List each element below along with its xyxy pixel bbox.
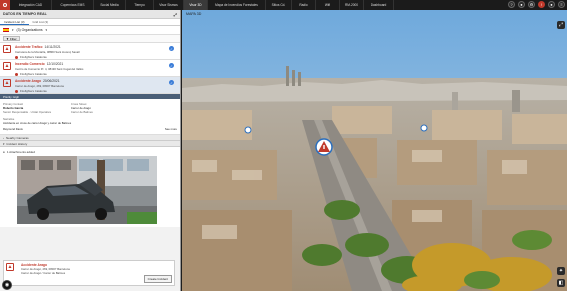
realtime-data-panel: DATOS EN TIEMPO REAL ⤢ Incident List (3)… — [0, 10, 181, 291]
filter-icon: ▼ — [6, 36, 9, 41]
nav-tabs: Integración CAD Copernicus EMS Social Me… — [10, 0, 394, 10]
chevron-down-icon: ▾ — [12, 28, 14, 32]
app-logo[interactable] — [0, 0, 10, 10]
warning-icon: ▲ — [3, 45, 11, 53]
card-sub: Carrer de Aragó / Carrer de Balmes — [21, 271, 66, 275]
section-label: Nearby Cameras — [6, 135, 29, 140]
warning-icon: ▲ — [3, 62, 11, 70]
chevron-down-icon: ▾ — [3, 141, 5, 146]
incident-card[interactable]: ▲ Accidente Arago Carrer de Aragó, 269, … — [3, 260, 175, 286]
chevron-down-icon: ▾ — [45, 28, 48, 32]
incident-address: Carrer de Aragó, 269, 08007 Barcelona — [15, 84, 64, 88]
spain-flag-icon — [3, 28, 9, 32]
tab-sitios[interactable]: Sitios Cd. — [266, 0, 292, 10]
primary-contact-sub: Senior Responsable · Unitat Operativa — [3, 110, 51, 114]
tab-visor-3d[interactable]: Visor 3D — [184, 0, 208, 10]
city-3d-scene — [182, 10, 567, 291]
verified-icon: ✓ — [169, 63, 174, 68]
user-avatar-icon[interactable]: ● — [548, 1, 555, 8]
filter-label: Filter — [9, 36, 17, 41]
panel-header: DATOS EN TIEMPO REAL ⤢ — [0, 10, 180, 19]
feed-item-text: 1 Attachments added — [6, 150, 35, 154]
see-more-link[interactable]: See more — [165, 127, 177, 131]
tab-mapa-incendios[interactable]: Mapa de Incendios Forestales — [208, 0, 266, 10]
section-label: Incident History — [6, 141, 28, 146]
top-navigation: Integración CAD Copernicus EMS Social Me… — [0, 0, 567, 10]
incident-org: Firefighters Catalonia — [20, 89, 47, 93]
incident-item[interactable]: ▲ Incendio Comercio 12/10/2021 Centro de … — [0, 60, 180, 77]
chat-icon[interactable]: ◉ — [2, 280, 12, 290]
warning-icon: ▲ — [3, 79, 11, 87]
incident-title: Accidente Arago — [15, 79, 42, 83]
create-incident-button[interactable]: Create Incident — [143, 275, 172, 283]
tab-social-media[interactable]: Social Media — [94, 0, 126, 10]
incident-detail: Primary Contact Roberto Garcia Senior Re… — [0, 99, 180, 135]
verified-icon: ✓ — [169, 46, 174, 51]
accident-photo-image — [17, 156, 157, 224]
cross-street-sub: Carrer de Balmes — [70, 110, 93, 114]
incident-org: Firefighters Catalonia — [20, 55, 47, 59]
tab-incident-list[interactable]: Incident List (3) — [0, 19, 29, 25]
verified-icon: ✓ — [169, 80, 174, 85]
org-icon — [15, 89, 18, 93]
incident-address: Carretera de la Montaña, 08860 Sant Llor… — [15, 50, 80, 54]
organizations-label: (3) Organizations — [16, 28, 43, 32]
compass-icon[interactable]: ✦ — [557, 267, 565, 275]
incident-item-selected[interactable]: ▲ Accidente Arago 20/06/2021 Carrer de Ar… — [0, 77, 180, 94]
filter-bar: ▼ Filter — [0, 35, 180, 43]
expand-icon[interactable]: ⤢ — [174, 12, 177, 17]
reporter-name: Raymond Davis — [3, 127, 23, 131]
tab-rm-2000[interactable]: RM-2000 — [340, 0, 364, 10]
nav-actions: ? ● ⚙ ! ● ≡ — [508, 1, 565, 8]
settings-icon[interactable]: ⚙ — [528, 1, 535, 8]
incident-address: Centro de Comercio Pr. 4, 08190 Sant Cug… — [15, 67, 84, 71]
warning-icon: ▲ — [6, 263, 14, 271]
menu-icon[interactable]: ≡ — [558, 1, 565, 8]
fullscreen-icon[interactable]: ⤢ — [557, 21, 565, 29]
logo-icon — [3, 3, 7, 7]
notifications-icon[interactable]: ● — [518, 1, 525, 8]
tab-dashboard[interactable]: Dashboard — [364, 0, 394, 10]
tab-integracion-cad[interactable]: Integración CAD — [10, 0, 52, 10]
incident-title: Accidente Trafico — [15, 45, 43, 49]
app-root: Integración CAD Copernicus EMS Social Me… — [0, 0, 567, 291]
incident-title: Incendio Comercio — [15, 62, 45, 66]
org-icon — [15, 55, 18, 59]
incident-marker-icon[interactable] — [315, 138, 333, 156]
tab-radio[interactable]: Radio — [292, 0, 316, 10]
tab-tiempo[interactable]: Tiempo — [126, 0, 154, 10]
narrative-text: Accidente en cruce de carrer Aragó y car… — [3, 121, 72, 125]
accident-photo[interactable] — [17, 156, 157, 224]
tab-visor-sismos[interactable]: Visor Sismos — [154, 0, 184, 10]
help-icon[interactable]: ? — [508, 1, 515, 8]
map-3d-view[interactable]: MAPA 3D ⤢ ✦ ◧ — [182, 10, 567, 291]
tab-copernicus-ems[interactable]: Copernicus EMS — [52, 0, 94, 10]
tab-wifi[interactable]: Wifi — [316, 0, 340, 10]
history-feed: ● 1 Attachments added — [0, 147, 180, 227]
incident-item[interactable]: ▲ Accidente Trafico 14/11/2021 Carretera … — [0, 43, 180, 60]
panel-title: DATOS EN TIEMPO REAL — [3, 12, 47, 16]
alert-icon[interactable]: ! — [538, 1, 545, 8]
incident-date: 12/10/2021 — [46, 62, 64, 66]
organizations-selector[interactable]: ▾ (3) Organizations ▾ — [0, 26, 180, 35]
attachment-icon: ● — [3, 150, 5, 154]
tab-grid-list[interactable]: Grid List (3) — [29, 19, 53, 25]
map-title: MAPA 3D — [186, 12, 202, 16]
chevron-right-icon: › — [3, 135, 4, 140]
incident-date: 14/11/2021 — [44, 45, 61, 49]
incident-date: 20/06/2021 — [43, 79, 60, 83]
incident-org: Firefighters Catalonia — [20, 72, 47, 76]
org-icon — [15, 72, 18, 76]
filter-button[interactable]: ▼ Filter — [3, 36, 20, 41]
panel-tabs: Incident List (3) Grid List (3) — [0, 19, 180, 26]
layers-icon[interactable]: ◧ — [557, 279, 565, 287]
